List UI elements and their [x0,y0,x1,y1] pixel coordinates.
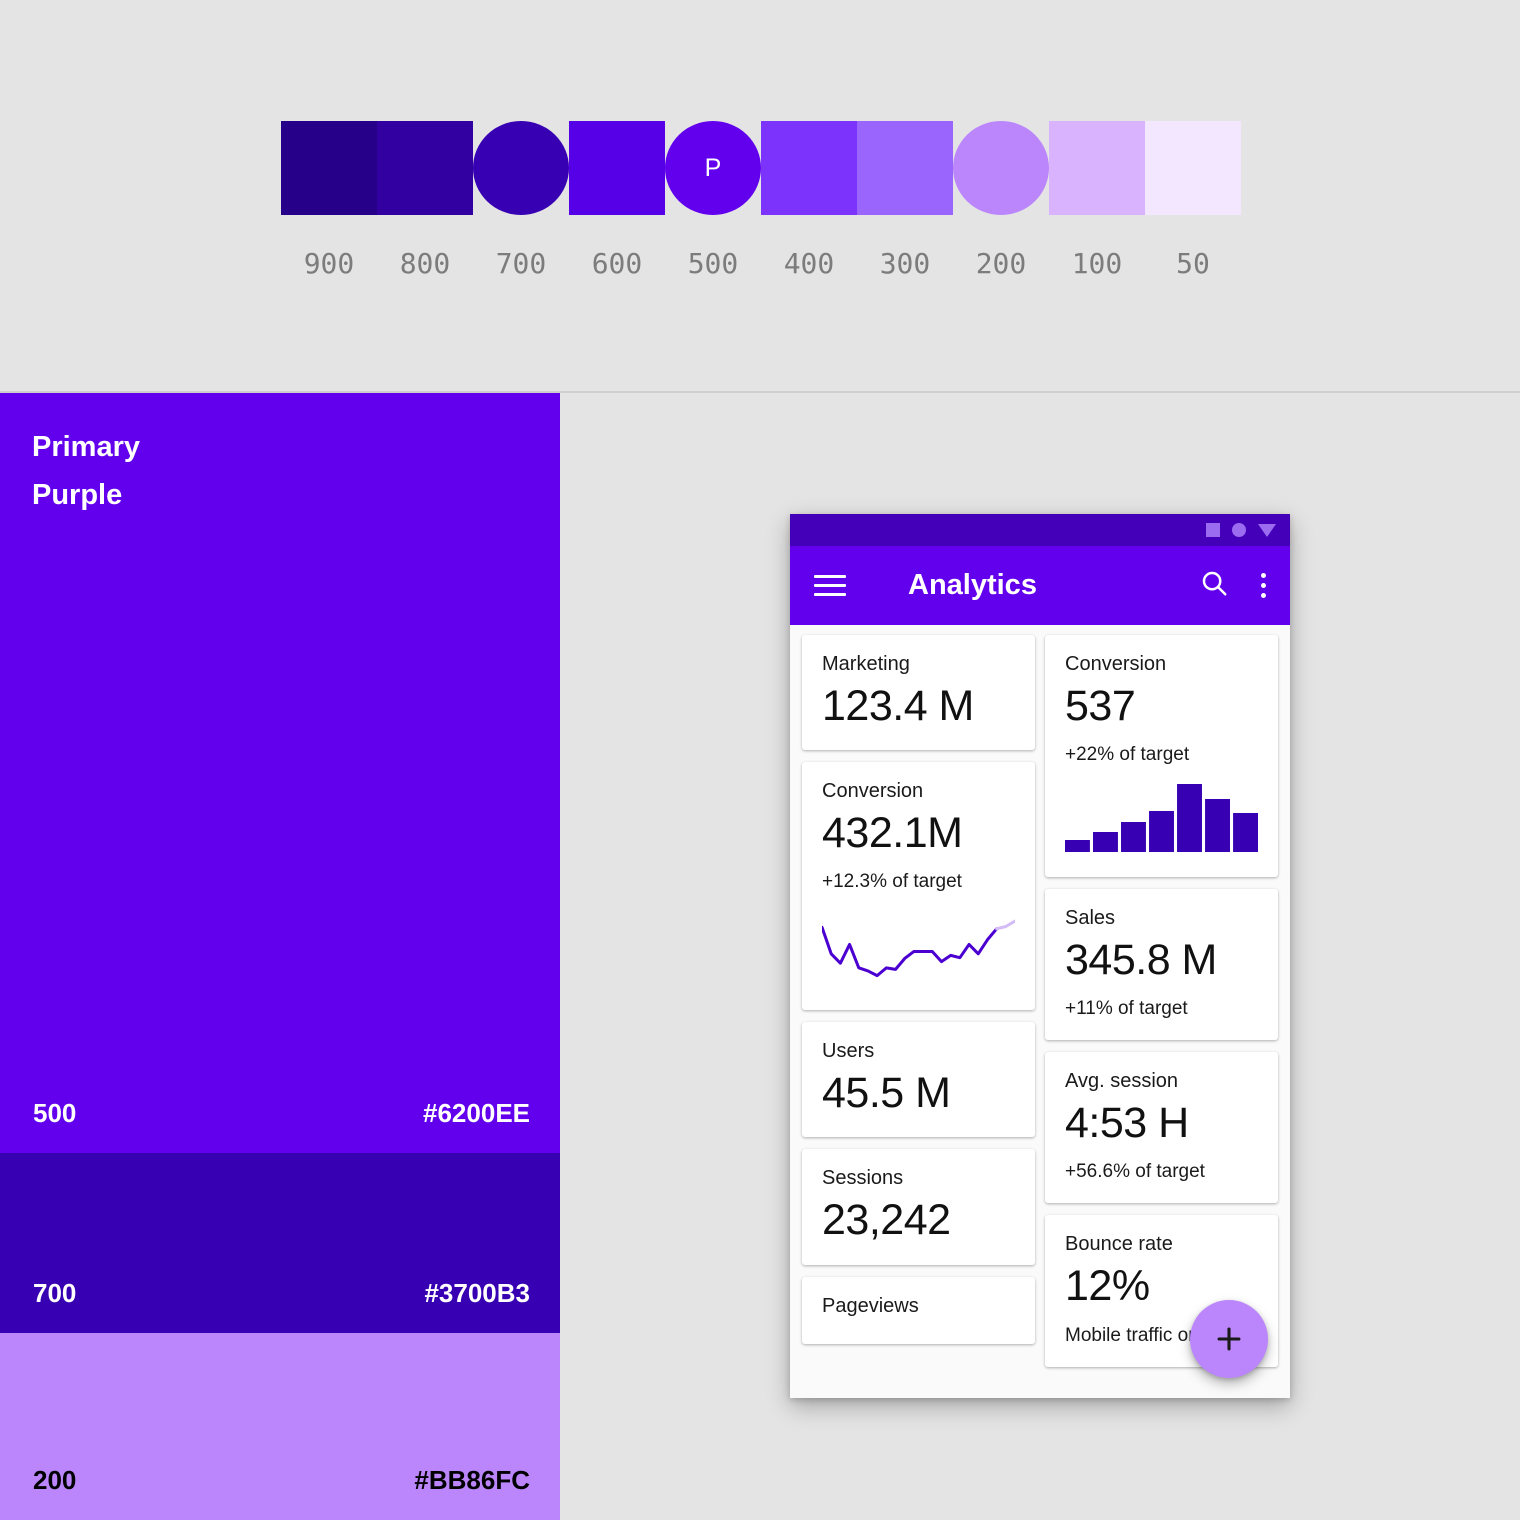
card-value: 537 [1065,682,1136,730]
palette-swatch-700[interactable] [473,121,569,215]
card-sessions[interactable]: Sessions 23,242 [802,1149,1035,1265]
palette-swatch-row: P [281,121,1241,215]
palette-tone-label-50: 50 [1176,246,1210,280]
palette-tone-label-400: 400 [783,246,835,280]
palette-swatch-400[interactable] [761,121,857,215]
palette-swatch-100[interactable] [1049,121,1145,215]
tone-name-200: 200 [33,1465,77,1495]
sparkline-forecast-path [997,921,1015,929]
palette-swatch-200[interactable] [953,121,1049,215]
tone-hex-200: #BB86FC [414,1465,530,1495]
card-conversion-left[interactable]: Conversion 432.1M +12.3% of target [802,762,1035,1011]
palette-swatch-letter: P [704,153,722,182]
bar [1121,822,1146,853]
card-subtext: +56.6% of target [1065,1161,1205,1183]
card-label: Conversion [822,780,924,803]
tone-name-700: 700 [33,1278,77,1308]
palette-tone-label-800: 800 [399,246,451,280]
bar [1149,811,1174,853]
palette-tone-label-300: 300 [879,246,931,280]
sparkline-path [822,928,997,976]
palette-swatch-900[interactable] [281,121,377,215]
square-icon [1206,523,1220,537]
hamburger-menu-icon[interactable] [814,575,846,596]
card-avg-session[interactable]: Avg. session 4:53 H +56.6% of target [1045,1052,1278,1204]
card-pageviews[interactable]: Pageviews [802,1276,1035,1344]
card-label: Marketing [822,653,910,675]
tone-name-500: 500 [33,1098,77,1128]
palette-section: P 900 800 700 600 500 400 300 200 100 50 [0,0,1520,393]
bar [1233,813,1258,853]
card-label: Sessions [822,1167,904,1190]
status-bar [790,514,1290,546]
primary-tone-500-block: Primary Purple 500 #6200EE [0,393,560,1153]
card-users[interactable]: Users 45.5 M [802,1022,1035,1138]
card-sales[interactable]: Sales 345.8 M +11% of target [1045,889,1278,1041]
more-vertical-icon[interactable] [1259,571,1268,600]
sparkline-chart [822,907,1015,990]
card-value: 45.5 M [822,1069,951,1118]
tone-hex-500: #6200EE [423,1098,530,1128]
bar [1205,799,1230,853]
circle-icon [1232,523,1246,537]
primary-color-panel: Primary Purple 500 #6200EE 700 #3700B3 2… [0,393,560,1520]
plus-icon [1217,1327,1241,1351]
primary-tone-700-block: 700 #3700B3 [0,1153,560,1333]
primary-title-line-1: Primary [32,431,141,463]
app-bar: Analytics [790,546,1290,625]
card-label: Pageviews [822,1294,919,1317]
palette-tone-label-900: 900 [303,246,355,280]
dashboard-left-column: Marketing 123.4 M Conversion 432.1M +12.… [802,635,1035,1398]
card-label: Bounce rate [1065,1233,1173,1256]
palette-swatch-500[interactable]: P [665,121,761,215]
phone-mockup: Analytics Marketing 123.4 M Conversion 4… [790,514,1290,1398]
card-subtext: +22% of target [1065,744,1190,766]
palette-swatch-600[interactable] [569,121,665,215]
palette-tone-label-100: 100 [1071,246,1123,280]
primary-panel-title: Primary Purple [32,423,140,519]
palette-swatch-800[interactable] [377,121,473,215]
tone-hex-700: #3700B3 [424,1278,530,1308]
card-value: 432.1M [822,809,963,858]
card-label: Conversion [1065,653,1167,675]
app-bar-title: Analytics [908,569,1037,601]
bar [1093,832,1118,853]
triangle-down-icon [1258,523,1276,537]
dashboard-body: Marketing 123.4 M Conversion 432.1M +12.… [790,625,1290,1398]
card-value: 23,242 [822,1196,951,1245]
primary-title-line-2: Purple [32,479,123,511]
card-subtext: +12.3% of target [822,871,962,893]
card-marketing[interactable]: Marketing 123.4 M [802,635,1035,751]
card-label: Sales [1065,907,1116,930]
card-label: Avg. session [1065,1070,1179,1093]
bar [1177,784,1202,853]
search-icon[interactable] [1199,568,1229,603]
bar-chart [1065,782,1258,857]
card-label: Users [822,1040,875,1063]
palette-tone-label-600: 600 [591,246,643,280]
card-value: 345.8 M [1065,936,1217,985]
palette-tone-label-700: 700 [495,246,547,280]
card-value: 4:53 H [1065,1099,1189,1148]
bar [1065,840,1090,853]
card-subtext: +11% of target [1065,998,1188,1020]
palette-label-row: 900 800 700 600 500 400 300 200 100 50 [281,243,1241,283]
card-conversion-right[interactable]: Conversion 537 +22% of target [1045,635,1278,878]
palette-tone-label-200: 200 [975,246,1027,280]
palette-swatch-50[interactable] [1145,121,1241,215]
palette-tone-label-500: 500 [687,246,739,280]
add-fab-button[interactable] [1190,1300,1268,1378]
dashboard-right-column: Conversion 537 +22% of target Sales 345.… [1045,635,1278,1398]
primary-tone-200-block: 200 #BB86FC [0,1333,560,1520]
card-value: 123.4 M [822,682,974,730]
palette-swatch-300[interactable] [857,121,953,215]
